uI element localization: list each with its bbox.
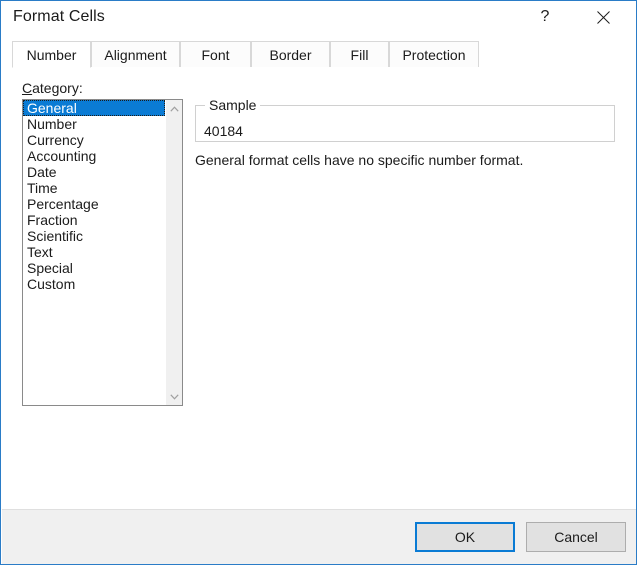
list-item[interactable]: General [23, 100, 165, 116]
tab-font[interactable]: Font [180, 41, 251, 68]
list-item-label: Currency [27, 132, 84, 148]
list-item-label: Fraction [27, 212, 78, 228]
list-item[interactable]: Number [23, 116, 165, 132]
list-item-label: Percentage [27, 196, 99, 212]
list-item[interactable]: Date [23, 164, 165, 180]
cancel-button[interactable]: Cancel [526, 522, 626, 552]
title-bar: Format Cells ? [1, 1, 636, 34]
sample-legend: Sample [205, 97, 261, 113]
close-button[interactable] [580, 1, 626, 33]
ok-button-label: OK [454, 529, 476, 545]
list-item[interactable]: Scientific [23, 228, 165, 244]
format-cells-dialog: Format Cells ? Number Alignment Font Bor… [0, 0, 637, 565]
scroll-down-button[interactable] [166, 388, 182, 405]
window-title: Format Cells [13, 8, 105, 25]
tab-number[interactable]: Number [12, 41, 91, 68]
category-list-items: General Number Currency Accounting Date … [23, 100, 165, 292]
tab-label: Alignment [104, 46, 167, 63]
tab-label: Number [26, 46, 77, 63]
list-item-label: Number [27, 116, 77, 132]
category-label-accel: C [22, 80, 33, 96]
list-item[interactable]: Percentage [23, 196, 165, 212]
ok-button[interactable]: OK [415, 522, 515, 552]
chevron-down-icon [170, 393, 179, 400]
cancel-button-label: Cancel [554, 529, 598, 545]
format-description: General format cells have no specific nu… [195, 152, 524, 168]
list-item[interactable]: Accounting [23, 148, 165, 164]
list-item[interactable]: Time [23, 180, 165, 196]
list-item-label: Scientific [27, 228, 84, 244]
list-item-label: Special [27, 260, 73, 276]
list-item-label: Custom [27, 276, 76, 292]
list-item-label: Text [27, 244, 53, 260]
list-item[interactable]: Special [23, 260, 165, 276]
list-item-label: General [27, 100, 77, 116]
list-item[interactable]: Fraction [23, 212, 165, 228]
tab-label: Fill [350, 46, 369, 63]
tab-border[interactable]: Border [251, 41, 330, 68]
tab-protection[interactable]: Protection [389, 41, 479, 68]
list-item-label: Time [27, 180, 58, 196]
list-item-label: Accounting [27, 148, 97, 164]
category-listbox[interactable]: General Number Currency Accounting Date … [22, 99, 183, 406]
list-item-label: Date [27, 164, 57, 180]
tab-label: Protection [402, 46, 466, 63]
list-item[interactable]: Text [23, 244, 165, 260]
close-icon [596, 10, 610, 24]
scroll-up-button[interactable] [166, 100, 182, 117]
category-label-rest: ategory: [32, 80, 83, 96]
list-item[interactable]: Custom [23, 276, 165, 292]
chevron-up-icon [170, 105, 179, 112]
tab-strip: Number Alignment Font Border Fill Protec… [12, 41, 627, 68]
category-label: Category: [22, 80, 83, 96]
list-item[interactable]: Currency [23, 132, 165, 148]
sample-value: 40184 [204, 123, 243, 139]
tab-label: Font [201, 46, 230, 63]
question-mark-icon: ? [540, 8, 550, 25]
tab-label: Border [269, 46, 312, 63]
tab-fill[interactable]: Fill [330, 41, 389, 68]
sample-group-box: Sample [195, 97, 615, 142]
category-list-scrollbar[interactable] [165, 100, 182, 405]
tab-alignment[interactable]: Alignment [91, 41, 180, 68]
help-button[interactable]: ? [522, 1, 568, 33]
